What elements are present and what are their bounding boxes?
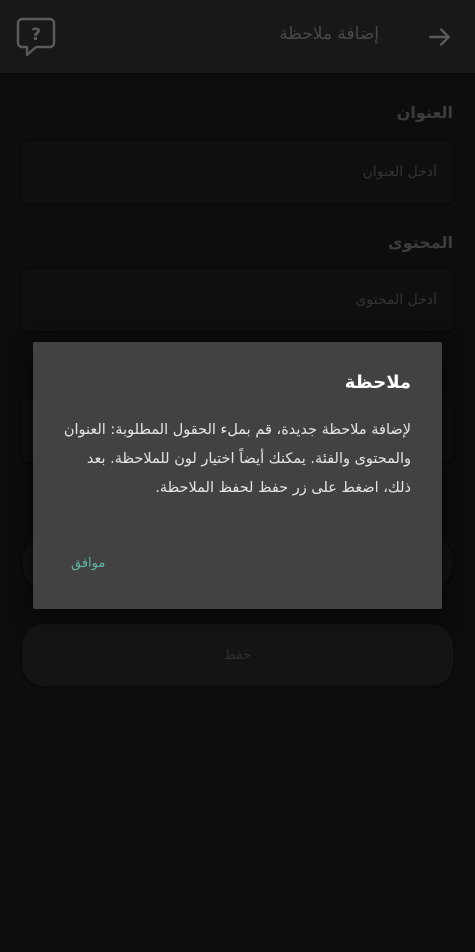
ok-button[interactable]: موافق [71,556,105,571]
info-dialog: ملاحظة لإضافة ملاحظة جديدة، قم بملء الحق… [33,342,442,609]
dialog-title: ملاحظة [344,372,411,393]
dialog-message: لإضافة ملاحظة جديدة، قم بملء الحقول المط… [63,422,411,496]
